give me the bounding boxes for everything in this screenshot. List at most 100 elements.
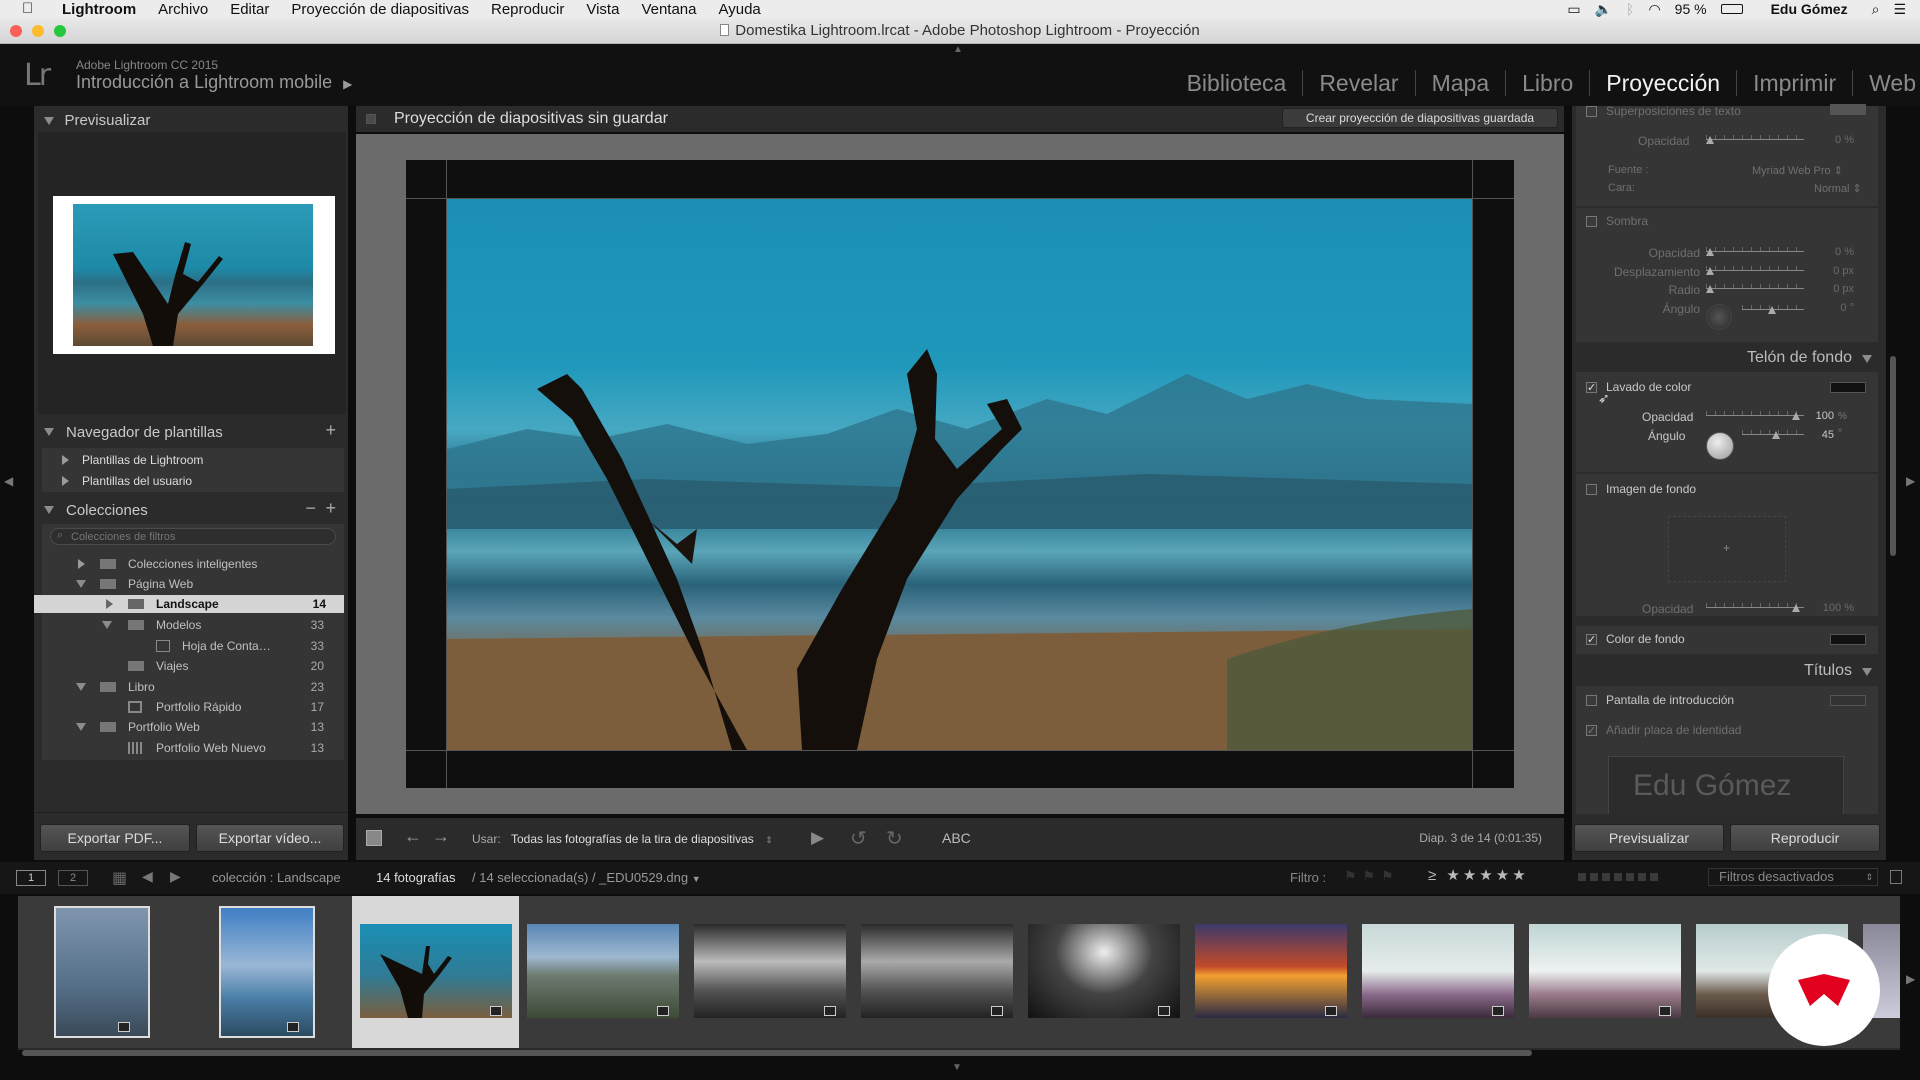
menu-vista[interactable]: Vista (586, 1, 619, 18)
menu-ventana[interactable]: Ventana (641, 1, 696, 18)
export-video-button[interactable]: Exportar vídeo... (196, 824, 344, 852)
volume-icon[interactable]: 🔈 (1595, 1, 1612, 18)
titles-header[interactable]: Títulos (1576, 660, 1878, 684)
slider-thumb[interactable] (1792, 604, 1800, 612)
collection-row-selected[interactable]: Landscape 14 (34, 595, 344, 613)
collections-filter-field[interactable]: ⌕ (50, 528, 336, 545)
collapse-left-panel-icon[interactable]: ◀ (4, 474, 13, 488)
bluetooth-icon[interactable]: ᛒ (1626, 1, 1634, 17)
intro-screen-checkbox[interactable] (1586, 695, 1597, 706)
remove-collection-icon[interactable]: − (305, 498, 316, 519)
film-cell[interactable] (1354, 896, 1521, 1048)
add-collection-icon[interactable]: + (325, 498, 336, 519)
module-revelar[interactable]: Revelar (1302, 70, 1414, 96)
filter-lock-icon[interactable] (1890, 870, 1902, 884)
menu-reproducir[interactable]: Reproducir (491, 1, 564, 18)
overlay-opacity-slider[interactable] (1706, 134, 1804, 146)
color-wash-checkbox[interactable]: ✓ (1586, 382, 1597, 394)
template-folder-user[interactable]: Plantillas del usuario (62, 474, 192, 488)
thumbnail[interactable] (54, 906, 150, 1038)
identity-plate-preview[interactable]: Edu Gómez (1608, 756, 1844, 814)
shadow-checkbox[interactable] (1586, 216, 1597, 227)
filter-preset-select[interactable]: Filtros desactivados ⇕ (1708, 868, 1878, 886)
rotate-left-icon[interactable]: ↺ (850, 826, 867, 851)
film-cell[interactable] (185, 896, 352, 1048)
collapse-right-panel-icon[interactable]: ▶ (1906, 474, 1915, 488)
film-cell[interactable] (686, 896, 853, 1048)
collapse-top-panel-icon[interactable]: ▲ (953, 44, 963, 55)
intro-screen-swatch[interactable] (1830, 695, 1866, 706)
apple-icon[interactable]:  (22, 0, 33, 17)
slider-thumb[interactable] (1706, 248, 1714, 256)
flag-filters[interactable]: ⚑⚑⚑ (1344, 868, 1400, 885)
thumbnail[interactable] (219, 906, 315, 1038)
next-slide-icon[interactable]: → (432, 826, 450, 847)
second-screen-button[interactable]: 2 (58, 870, 88, 886)
module-libro[interactable]: Libro (1505, 70, 1589, 96)
slider-thumb[interactable] (1706, 267, 1714, 275)
play-button[interactable]: Reproducir (1730, 824, 1880, 852)
background-image-checkbox[interactable] (1586, 484, 1597, 495)
spotlight-search-icon[interactable]: ⌕ (1872, 1, 1880, 18)
template-browser-header[interactable]: Navegador de plantillas + (38, 418, 346, 446)
slider-thumb[interactable] (1768, 306, 1776, 314)
shadow-radius-slider[interactable] (1706, 283, 1804, 295)
thumbnail[interactable] (694, 924, 846, 1018)
forward-arrow-icon[interactable]: ▶ (170, 868, 181, 885)
collection-row[interactable]: Modelos 33 (42, 615, 344, 635)
collection-row[interactable]: Hoja de Conta… 33 (42, 636, 344, 656)
user-name[interactable]: Edu Gómez (1771, 1, 1848, 17)
collection-row[interactable]: Portfolio Web 13 (42, 717, 344, 737)
film-cell[interactable] (519, 896, 686, 1048)
notification-center-icon[interactable]: ☰ (1893, 1, 1906, 18)
backdrop-header[interactable]: Telón de fondo (1576, 346, 1878, 370)
grid-view-icon[interactable]: ▦ (112, 868, 127, 888)
film-cell[interactable] (1187, 896, 1354, 1048)
film-cell[interactable] (1020, 896, 1187, 1048)
thumbnail[interactable] (1195, 924, 1347, 1018)
face-select[interactable]: Normal ⇕ (1814, 182, 1862, 195)
use-select[interactable]: Todas las fotografías de la tira de diap… (511, 832, 773, 846)
main-screen-button[interactable]: 1 (16, 870, 46, 886)
collection-row[interactable]: Colecciones inteligentes (42, 554, 344, 574)
stop-icon[interactable] (366, 830, 382, 846)
add-text-button[interactable]: ABC (942, 830, 971, 846)
collections-header[interactable]: Colecciones − + (38, 496, 346, 524)
battery-icon[interactable] (1720, 4, 1743, 14)
film-cell[interactable] (853, 896, 1020, 1048)
shadow-angle-slider[interactable] (1742, 304, 1804, 316)
text-overlays-checkbox[interactable] (1586, 106, 1597, 117)
collection-row[interactable]: Portfolio Web Nuevo 13 (42, 738, 344, 758)
film-cell[interactable] (18, 896, 185, 1048)
background-color-checkbox[interactable]: ✓ (1586, 634, 1597, 646)
thumbnail[interactable] (1362, 924, 1514, 1018)
collection-row[interactable]: Libro 23 (42, 677, 344, 697)
rotate-right-icon[interactable]: ↻ (886, 826, 903, 851)
module-mapa[interactable]: Mapa (1414, 70, 1506, 96)
wash-opacity-value[interactable]: 100 (1794, 410, 1834, 422)
right-panel-scrollbar[interactable] (1890, 356, 1896, 556)
slider-thumb[interactable] (1772, 431, 1780, 439)
menu-proyeccion[interactable]: Proyección de diapositivas (291, 1, 469, 18)
screen-mirror-icon[interactable]: ▭ (1567, 1, 1580, 18)
collection-row[interactable]: Portfolio Rápido 17 (42, 697, 344, 717)
shadow-offset-slider[interactable] (1706, 265, 1804, 277)
menu-ayuda[interactable]: Ayuda (719, 1, 761, 18)
menu-app[interactable]: Lightroom (62, 1, 136, 18)
template-folder-lightroom[interactable]: Plantillas de Lightroom (62, 453, 203, 467)
thumbnail[interactable] (1529, 924, 1681, 1018)
background-color-swatch[interactable] (1830, 634, 1866, 645)
slider-thumb[interactable] (1706, 285, 1714, 293)
collection-row[interactable]: Viajes 20 (42, 656, 344, 676)
minimize-window-button[interactable] (32, 25, 44, 37)
bg-image-opacity-slider[interactable] (1706, 602, 1804, 614)
back-arrow-icon[interactable]: ◀ (142, 868, 153, 885)
preview-button[interactable]: Previsualizar (1574, 824, 1724, 852)
add-template-icon[interactable]: + (325, 420, 336, 441)
export-pdf-button[interactable]: Exportar PDF... (40, 824, 190, 852)
wash-angle-dial[interactable] (1706, 432, 1734, 460)
catalog-name[interactable]: Introducción a Lightroom mobile ▶ (76, 72, 352, 93)
module-web[interactable]: Web (1852, 70, 1920, 96)
menu-editar[interactable]: Editar (230, 1, 269, 18)
slider-thumb[interactable] (1706, 136, 1714, 144)
